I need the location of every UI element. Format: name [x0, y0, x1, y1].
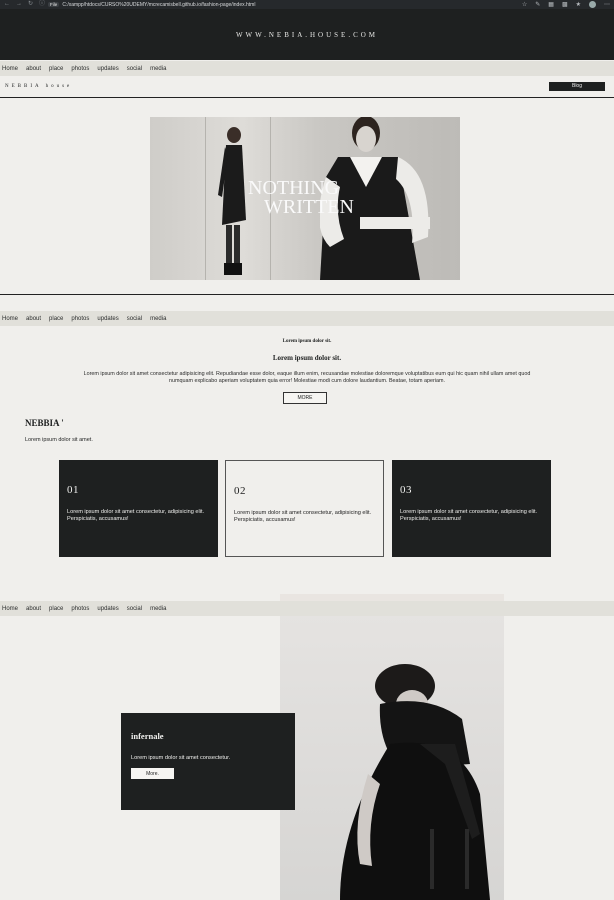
nav-item-photos[interactable]: photos	[71, 606, 89, 612]
nav-item-place[interactable]: place	[49, 316, 63, 322]
nav-item-photos[interactable]: photos	[71, 66, 89, 72]
card-text: Lorem ipsum dolor sit amet consectetur, …	[67, 509, 205, 523]
intro-paragraph: Lorem ipsum dolor sit amet consectetur a…	[83, 371, 531, 385]
infernale-title: infernale	[131, 731, 164, 741]
fashion-photo	[280, 594, 504, 900]
card-number: 01	[67, 484, 79, 496]
brand-bar: NEBBIA house Blog	[0, 76, 614, 96]
profile-icon[interactable]	[589, 1, 596, 8]
card-text: Lorem ipsum dolor sit amet consectetur, …	[400, 509, 538, 523]
nav-item-about[interactable]: about	[26, 66, 41, 72]
pen-icon[interactable]: ✎	[535, 1, 540, 8]
nav-item-about[interactable]: about	[26, 606, 41, 612]
reload-icon[interactable]: ↻	[28, 0, 33, 9]
hero-title-line2: WRITTEN	[264, 196, 354, 218]
forward-arrow-icon[interactable]: →	[16, 0, 22, 9]
card-text: Lorem ipsum dolor sit amet consectetur, …	[234, 510, 372, 524]
info-icon: ⓘ	[39, 1, 46, 7]
nav-item-place[interactable]: place	[49, 66, 63, 72]
nav-bar-middle: Home about place photos updates social m…	[0, 311, 614, 326]
nav-item-media[interactable]: media	[150, 66, 166, 72]
nebbia-subtitle: Lorem ipsum dolor sit amet.	[25, 437, 93, 443]
nav-item-updates[interactable]: updates	[97, 606, 118, 612]
brand-name: NEBBIA house	[5, 83, 73, 89]
menu-icon[interactable]: ⋯	[604, 1, 610, 8]
nebbia-title: NEBBIA '	[25, 418, 64, 428]
feature-card-2: 02 Lorem ipsum dolor sit amet consectetu…	[225, 460, 384, 557]
address-bar[interactable]: ⓘ File C:/xampp/htdocs/CURSO%20UDEMY/mcr…	[39, 0, 255, 9]
browser-toolbar: ← → ↻ ⓘ File C:/xampp/htdocs/CURSO%20UDE…	[0, 0, 614, 9]
nav-item-about[interactable]: about	[26, 316, 41, 322]
intro-heading: Lorem ipsum dolor sit.	[272, 354, 342, 362]
feature-card-1: 01 Lorem ipsum dolor sit amet consectetu…	[59, 460, 218, 557]
infernale-box: infernale Lorem ipsum dolor sit amet con…	[121, 713, 295, 810]
intro-small-heading: Lorem ipsum dolor sit.	[282, 339, 332, 344]
card-number: 03	[400, 484, 412, 496]
nav-item-photos[interactable]: photos	[71, 316, 89, 322]
back-arrow-icon[interactable]: ←	[4, 0, 10, 9]
nav-item-home[interactable]: Home	[2, 606, 18, 612]
nav-item-social[interactable]: social	[127, 66, 142, 72]
wall-line	[205, 117, 206, 280]
nav-item-updates[interactable]: updates	[97, 66, 118, 72]
nav-item-home[interactable]: Home	[2, 316, 18, 322]
extension-icon[interactable]: ▦	[548, 1, 554, 8]
nav-item-social[interactable]: social	[127, 606, 142, 612]
favorites-icon[interactable]: ★	[576, 1, 581, 8]
nav-item-social[interactable]: social	[127, 316, 142, 322]
divider	[0, 294, 614, 295]
nav-item-home[interactable]: Home	[2, 66, 18, 72]
card-number: 02	[234, 485, 246, 497]
hero-image: NOTHING WRITTEN	[150, 117, 460, 280]
blog-button[interactable]: Blog	[549, 81, 605, 91]
address-text[interactable]: C:/xampp/htdocs/CURSO%20UDEMY/mcrecamisb…	[62, 2, 255, 8]
nav-bar-top: Home about place photos updates social m…	[0, 61, 614, 76]
site-header: WWW.NEBIA.HOUSE.COM	[0, 9, 614, 60]
nav-item-place[interactable]: place	[49, 606, 63, 612]
nav-item-media[interactable]: media	[150, 606, 166, 612]
nav-bar-bottom: Home about place photos updates social m…	[0, 601, 614, 616]
puzzle-icon[interactable]: ▩	[562, 1, 568, 8]
seated-model-chair-figure	[340, 664, 490, 900]
standing-model-figure	[218, 127, 246, 275]
infernale-more-button[interactable]: More.	[131, 768, 174, 779]
site-url-title: WWW.NEBIA.HOUSE.COM	[235, 30, 379, 39]
divider	[0, 97, 614, 98]
file-badge: File	[48, 2, 60, 7]
hero-title: NOTHING WRITTEN	[248, 178, 354, 218]
nav-item-media[interactable]: media	[150, 316, 166, 322]
star-icon[interactable]: ☆	[522, 1, 527, 8]
infernale-text: Lorem ipsum dolor sit amet consectetur.	[131, 755, 231, 761]
feature-card-3: 03 Lorem ipsum dolor sit amet consectetu…	[392, 460, 551, 557]
more-button[interactable]: MORE	[283, 392, 327, 404]
nav-item-updates[interactable]: updates	[97, 316, 118, 322]
